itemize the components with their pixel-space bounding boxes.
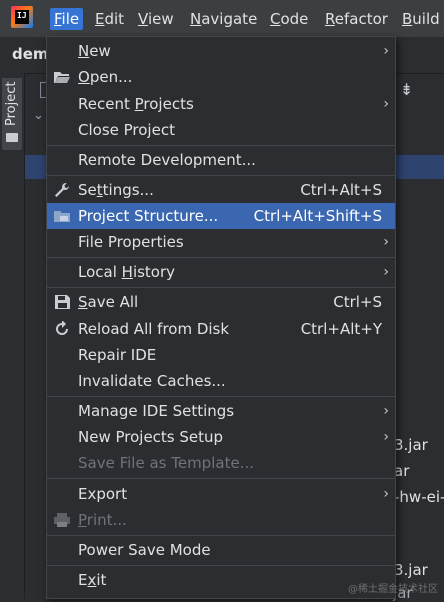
menu-item-remote-development[interactable]: Remote Development... xyxy=(47,147,395,173)
save-icon xyxy=(55,295,70,309)
submenu-arrow-icon: › xyxy=(383,403,389,419)
menu-item-local-history[interactable]: Local History › xyxy=(47,259,395,285)
submenu-arrow-icon: › xyxy=(383,43,389,59)
folder-icon xyxy=(54,211,70,222)
menu-item-file-properties[interactable]: File Properties › xyxy=(47,229,395,255)
shortcut-label: Ctrl+Alt+Y xyxy=(300,320,382,338)
menu-item-new[interactable]: New › xyxy=(47,38,395,64)
collapse-all-icon[interactable]: ⇟ xyxy=(400,80,413,99)
menu-edit[interactable]: Edit xyxy=(95,8,124,30)
printer-icon xyxy=(54,513,70,527)
menu-item-save-all[interactable]: Save All Ctrl+S xyxy=(47,289,395,315)
wrench-icon xyxy=(55,183,69,197)
menu-item-export[interactable]: Export › xyxy=(47,481,395,507)
menu-item-settings[interactable]: Settings... Ctrl+Alt+S xyxy=(47,177,395,203)
menu-item-exit[interactable]: Exit xyxy=(47,567,395,593)
menu-item-new-projects-setup[interactable]: New Projects Setup › xyxy=(47,424,395,450)
menu-separator xyxy=(47,565,395,566)
folder-icon xyxy=(6,133,18,142)
menu-refactor[interactable]: Refactor xyxy=(325,8,388,30)
reload-icon xyxy=(56,321,68,335)
intellij-logo-icon[interactable]: IJ xyxy=(11,6,33,28)
menu-item-recent-projects[interactable]: Recent Projects › xyxy=(47,91,395,117)
logo-text: IJ xyxy=(15,10,29,24)
submenu-arrow-icon: › xyxy=(383,486,389,502)
tree-item-jar[interactable]: -hw-ei- xyxy=(394,488,444,506)
menu-build[interactable]: Build xyxy=(402,8,440,30)
menu-separator xyxy=(47,535,395,536)
menu-view[interactable]: View xyxy=(138,8,174,30)
tree-item-jar[interactable]: ar xyxy=(394,462,409,480)
file-menu-dropdown: New › Open... Recent Projects › Close Pr… xyxy=(46,36,396,599)
submenu-arrow-icon: › xyxy=(383,234,389,250)
submenu-arrow-icon: › xyxy=(383,264,389,280)
folder-open-icon xyxy=(54,72,70,83)
menu-item-invalidate-caches[interactable]: Invalidate Caches... xyxy=(47,368,395,394)
menu-separator xyxy=(47,175,395,176)
menu-file[interactable]: File xyxy=(50,8,84,30)
submenu-arrow-icon: › xyxy=(383,96,389,112)
project-name[interactable]: dem xyxy=(12,45,49,63)
menu-item-open[interactable]: Open... xyxy=(47,64,395,90)
menubar: IJ File Edit View Navigate Code Refactor… xyxy=(0,0,444,37)
menu-separator xyxy=(47,257,395,258)
menu-item-repair-ide[interactable]: Repair IDE xyxy=(47,342,395,368)
left-tool-window-strip xyxy=(0,73,25,599)
menu-item-print: Print... xyxy=(47,507,395,533)
shortcut-label: Ctrl+Alt+S xyxy=(300,181,382,199)
project-tab-label: Project xyxy=(4,81,19,126)
shortcut-label: Ctrl+S xyxy=(333,293,382,311)
menu-item-reload-all[interactable]: Reload All from Disk Ctrl+Alt+Y xyxy=(47,316,395,342)
watermark: @稀土掘金技术社区 xyxy=(348,584,438,595)
menu-separator xyxy=(47,478,395,479)
menu-item-manage-ide-settings[interactable]: Manage IDE Settings › xyxy=(47,398,395,424)
menu-navigate[interactable]: Navigate xyxy=(190,8,257,30)
menu-item-save-file-as-template: Save File as Template... xyxy=(78,454,254,472)
menu-item-close-project[interactable]: Close Project xyxy=(47,117,395,143)
tree-item-jar[interactable]: 3.jar xyxy=(394,561,428,579)
submenu-arrow-icon: › xyxy=(383,429,389,445)
menu-separator xyxy=(47,287,395,288)
menu-code[interactable]: Code xyxy=(270,8,308,30)
menu-item-power-save-mode[interactable]: Power Save Mode xyxy=(47,537,395,563)
menu-separator xyxy=(47,396,395,397)
tree-item-jar[interactable]: 3.jar xyxy=(394,436,428,454)
chevron-down-icon[interactable]: ⌄ xyxy=(33,108,44,123)
shortcut-label: Ctrl+Alt+Shift+S xyxy=(253,207,382,225)
menu-separator xyxy=(47,145,395,146)
menu-item-project-structure[interactable]: Project Structure... Ctrl+Alt+Shift+S xyxy=(47,203,395,229)
